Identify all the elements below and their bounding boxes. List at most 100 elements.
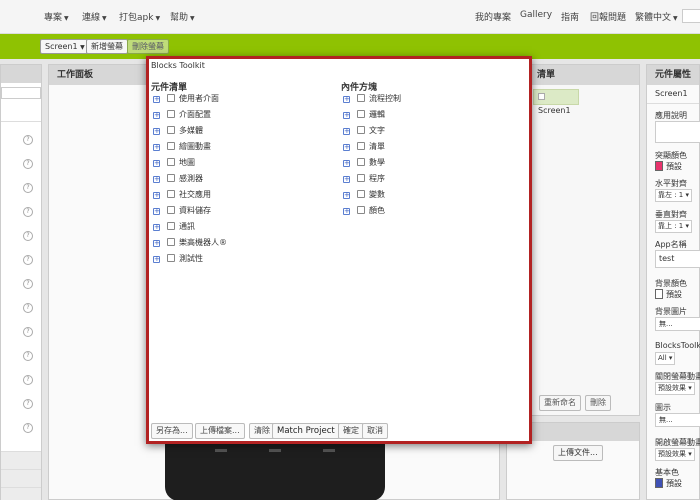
help-icon[interactable]: ? (23, 327, 33, 337)
checkbox[interactable] (167, 110, 175, 118)
background-color-picker[interactable]: 預設 (655, 289, 682, 300)
tree-row-lego[interactable]: + 樂高機器人® (153, 237, 227, 249)
tree-row-storage[interactable]: + 資料儲存 (153, 205, 211, 217)
upload-file-button[interactable]: 上傳檔案... (195, 423, 245, 439)
checkbox[interactable] (167, 254, 175, 262)
tree-row-user-interface[interactable]: + 使用者介面 (153, 93, 219, 105)
tree-row-lists[interactable]: + 清單 (343, 141, 385, 153)
help-icon[interactable]: ? (23, 303, 33, 313)
expand-icon[interactable]: + (343, 160, 350, 167)
checkbox[interactable] (167, 126, 175, 134)
cancel-button[interactable]: 取消 (362, 423, 388, 439)
menu-connect[interactable]: 連線 ▼ (82, 10, 107, 23)
checkbox[interactable] (167, 174, 175, 182)
help-icon[interactable]: ? (23, 255, 33, 265)
expand-icon[interactable]: + (153, 208, 160, 215)
checkbox[interactable] (167, 94, 175, 102)
expand-icon[interactable]: + (153, 128, 160, 135)
expand-icon[interactable]: + (343, 208, 350, 215)
checkbox[interactable] (357, 206, 365, 214)
tree-row-experimental[interactable]: + 測試性 (153, 253, 203, 265)
expand-icon[interactable]: + (343, 96, 350, 103)
app-name-input[interactable]: test (655, 250, 700, 268)
expand-icon[interactable]: + (343, 128, 350, 135)
checkbox[interactable] (167, 190, 175, 198)
collapse-icon[interactable] (538, 93, 545, 100)
checkbox[interactable] (167, 238, 175, 246)
tree-row-social[interactable]: + 社交應用 (153, 189, 211, 201)
menu-build[interactable]: 打包apk ▼ (119, 10, 160, 23)
help-icon[interactable]: ? (23, 375, 33, 385)
tree-row-variables[interactable]: + 變數 (343, 189, 385, 201)
palette-category[interactable] (1, 469, 41, 487)
checkbox[interactable] (167, 142, 175, 150)
expand-icon[interactable]: + (153, 256, 160, 263)
remove-screen-button[interactable]: 刪除螢幕 (127, 39, 169, 54)
background-image-input[interactable]: 無... (655, 317, 700, 331)
save-as-button[interactable]: 另存為... (151, 423, 193, 439)
add-screen-button[interactable]: 新增螢幕 (86, 39, 128, 54)
checkbox[interactable] (167, 206, 175, 214)
link-report-issue[interactable]: 回報問題 (590, 10, 626, 23)
tree-row-logic[interactable]: + 邏輯 (343, 109, 385, 121)
checkbox[interactable] (357, 142, 365, 150)
match-project-button[interactable]: Match Project (272, 423, 340, 439)
help-icon[interactable]: ? (23, 399, 33, 409)
checkbox[interactable] (357, 190, 365, 198)
align-horizontal-select[interactable]: 靠左 : 1 ▾ (655, 189, 693, 202)
palette-category[interactable] (1, 487, 41, 500)
palette-search-input[interactable] (1, 87, 41, 99)
expand-icon[interactable]: + (153, 160, 160, 167)
expand-icon[interactable]: + (153, 112, 160, 119)
account-box[interactable] (682, 9, 700, 23)
expand-icon[interactable]: + (153, 176, 160, 183)
expand-icon[interactable]: + (153, 144, 160, 151)
tree-row-layout[interactable]: + 介面配置 (153, 109, 211, 121)
checkbox[interactable] (167, 158, 175, 166)
checkbox[interactable] (357, 126, 365, 134)
tree-row-math[interactable]: + 數學 (343, 157, 385, 169)
menu-project[interactable]: 專案 ▼ (44, 10, 69, 23)
checkbox[interactable] (357, 94, 365, 102)
icon-input[interactable]: 無... (655, 413, 700, 427)
close-animation-select[interactable]: 預設效果 ▾ (655, 382, 695, 395)
tree-row-control[interactable]: + 流程控制 (343, 93, 401, 105)
expand-icon[interactable]: + (343, 112, 350, 119)
component-screen1[interactable]: Screen1 (533, 89, 579, 115)
accent-color-picker[interactable]: 預設 (655, 161, 682, 172)
tree-row-media[interactable]: + 多媒體 (153, 125, 203, 137)
delete-button[interactable]: 刪除 (585, 395, 611, 411)
help-icon[interactable]: ? (23, 351, 33, 361)
checkbox[interactable] (357, 174, 365, 182)
ok-button[interactable]: 確定 (338, 423, 364, 439)
help-icon[interactable]: ? (23, 231, 33, 241)
link-guide[interactable]: 指南 (561, 10, 579, 23)
language-select[interactable]: 繁體中文 ▼ (635, 10, 678, 23)
tree-row-connectivity[interactable]: + 通訊 (153, 221, 195, 233)
screen-select[interactable]: Screen1 ▼ (40, 39, 90, 54)
help-icon[interactable]: ? (23, 183, 33, 193)
checkbox[interactable] (167, 222, 175, 230)
expand-icon[interactable]: + (153, 96, 160, 103)
blocks-toolkit-select[interactable]: All ▾ (655, 352, 676, 365)
palette-category[interactable] (1, 451, 41, 469)
menu-help[interactable]: 幫助 ▼ (170, 10, 195, 23)
link-my-projects[interactable]: 我的專案 (475, 10, 511, 23)
help-icon[interactable]: ? (23, 159, 33, 169)
checkbox[interactable] (357, 110, 365, 118)
tree-row-colors[interactable]: + 顏色 (343, 205, 385, 217)
expand-icon[interactable]: + (153, 240, 160, 247)
app-description-input[interactable] (655, 121, 700, 143)
help-icon[interactable]: ? (23, 279, 33, 289)
link-gallery[interactable]: Gallery (520, 10, 552, 20)
align-vertical-select[interactable]: 靠上 : 1 ▾ (655, 220, 693, 233)
expand-icon[interactable]: + (153, 192, 160, 199)
expand-icon[interactable]: + (343, 192, 350, 199)
tree-row-text[interactable]: + 文字 (343, 125, 385, 137)
expand-icon[interactable]: + (343, 144, 350, 151)
tree-row-procedures[interactable]: + 程序 (343, 173, 385, 185)
expand-icon[interactable]: + (153, 224, 160, 231)
expand-icon[interactable]: + (343, 176, 350, 183)
help-icon[interactable]: ? (23, 207, 33, 217)
tree-row-sensors[interactable]: + 感測器 (153, 173, 203, 185)
